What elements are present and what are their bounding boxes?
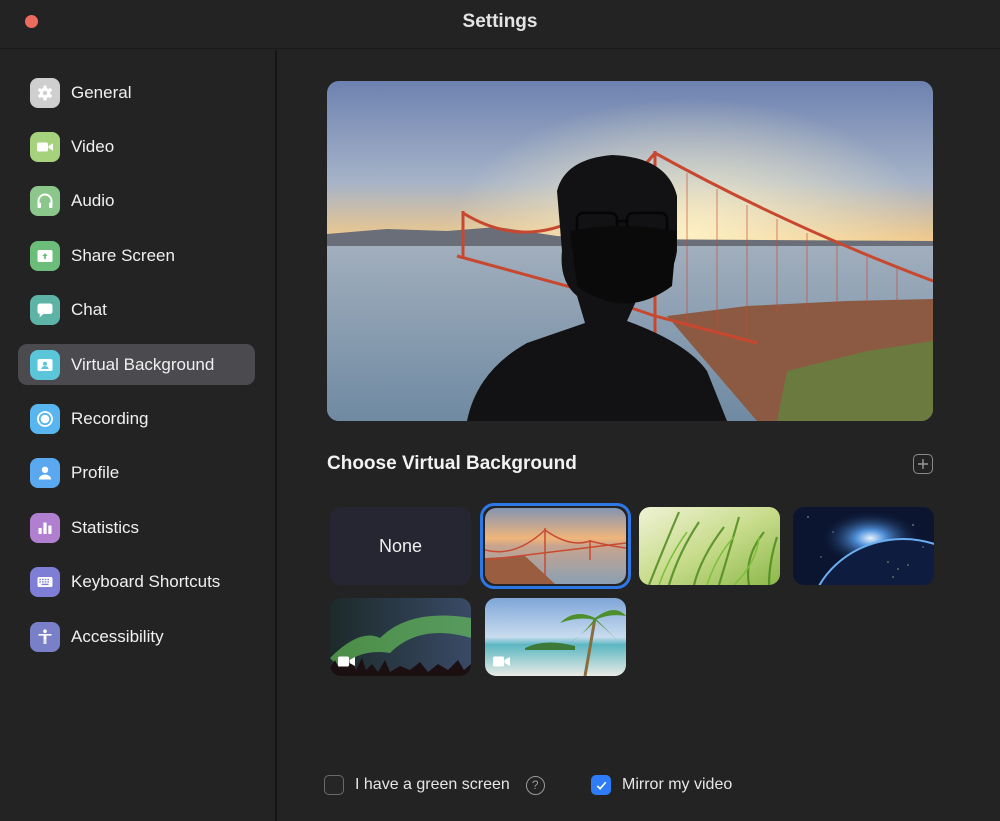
- sidebar-item-label: Audio: [71, 190, 115, 210]
- green-screen-label[interactable]: I have a green screen: [355, 776, 510, 794]
- sidebar-item-virtual-background[interactable]: Virtual Background: [18, 344, 255, 385]
- camera-preview: [327, 81, 933, 421]
- video-badge-icon: [338, 656, 355, 667]
- video-camera-icon: [30, 131, 60, 162]
- title-bar: Settings: [0, 0, 1000, 49]
- background-option-northern-lights[interactable]: [330, 598, 471, 676]
- sidebar-item-label: Virtual Background: [71, 354, 215, 374]
- sidebar-item-keyboard-shortcuts[interactable]: Keyboard Shortcuts: [18, 561, 255, 602]
- background-option-none[interactable]: None: [330, 507, 471, 585]
- sidebar-item-statistics[interactable]: Statistics: [18, 507, 255, 548]
- mirror-video-option: Mirror my video: [591, 775, 732, 795]
- video-badge-icon: [493, 656, 510, 667]
- sidebar-item-general[interactable]: General: [18, 72, 255, 113]
- mirror-video-label[interactable]: Mirror my video: [622, 776, 732, 794]
- sidebar-item-label: Profile: [71, 462, 120, 482]
- sidebar-item-label: Video: [71, 136, 115, 156]
- sidebar-item-label: Share Screen: [71, 245, 175, 265]
- sidebar-item-profile[interactable]: Profile: [18, 452, 255, 493]
- mirror-video-checkbox[interactable]: [591, 775, 611, 795]
- virtual-background-panel: Choose Virtual Background None I have a …: [277, 50, 1000, 821]
- accessibility-icon: [30, 621, 60, 652]
- background-option-label: None: [378, 535, 423, 556]
- checkmark-icon: [596, 781, 606, 790]
- help-icon[interactable]: ?: [525, 775, 545, 795]
- sidebar-item-label: Chat: [71, 299, 107, 319]
- record-icon: [30, 403, 60, 434]
- gear-icon: [30, 77, 60, 108]
- sidebar-item-label: Accessibility: [71, 626, 164, 646]
- chat-bubble-icon: [30, 294, 60, 325]
- background-option-golden-gate[interactable]: [485, 508, 626, 584]
- sidebar-item-share-screen[interactable]: Share Screen: [18, 235, 255, 276]
- virtual-background-icon: [30, 349, 60, 380]
- headphones-icon: [30, 185, 60, 216]
- sidebar-item-label: Recording: [71, 408, 149, 428]
- background-option-earth-space[interactable]: [793, 507, 934, 585]
- sidebar-item-label: Statistics: [71, 517, 140, 537]
- background-option-grass[interactable]: [639, 507, 780, 585]
- window-title: Settings: [462, 11, 538, 32]
- sidebar-item-label: General: [71, 82, 132, 102]
- section-title: Choose Virtual Background: [327, 453, 577, 474]
- green-screen-checkbox[interactable]: [324, 775, 344, 795]
- add-background-button[interactable]: [913, 454, 933, 474]
- sidebar: General Video Audio Share Screen Chat Vi…: [0, 50, 275, 821]
- sidebar-item-chat[interactable]: Chat: [18, 289, 255, 330]
- background-option-beach[interactable]: [485, 598, 626, 676]
- sidebar-item-accessibility[interactable]: Accessibility: [18, 616, 255, 657]
- bar-chart-icon: [30, 512, 60, 543]
- profile-icon: [30, 457, 60, 488]
- sidebar-item-audio[interactable]: Audio: [18, 180, 255, 221]
- green-screen-option: I have a green screen ?: [324, 775, 545, 795]
- sidebar-item-video[interactable]: Video: [18, 126, 255, 167]
- keyboard-icon: [30, 566, 60, 597]
- sidebar-item-recording[interactable]: Recording: [18, 398, 255, 439]
- plus-icon: [918, 459, 928, 469]
- sidebar-item-label: Keyboard Shortcuts: [71, 571, 221, 591]
- share-screen-icon: [30, 240, 60, 271]
